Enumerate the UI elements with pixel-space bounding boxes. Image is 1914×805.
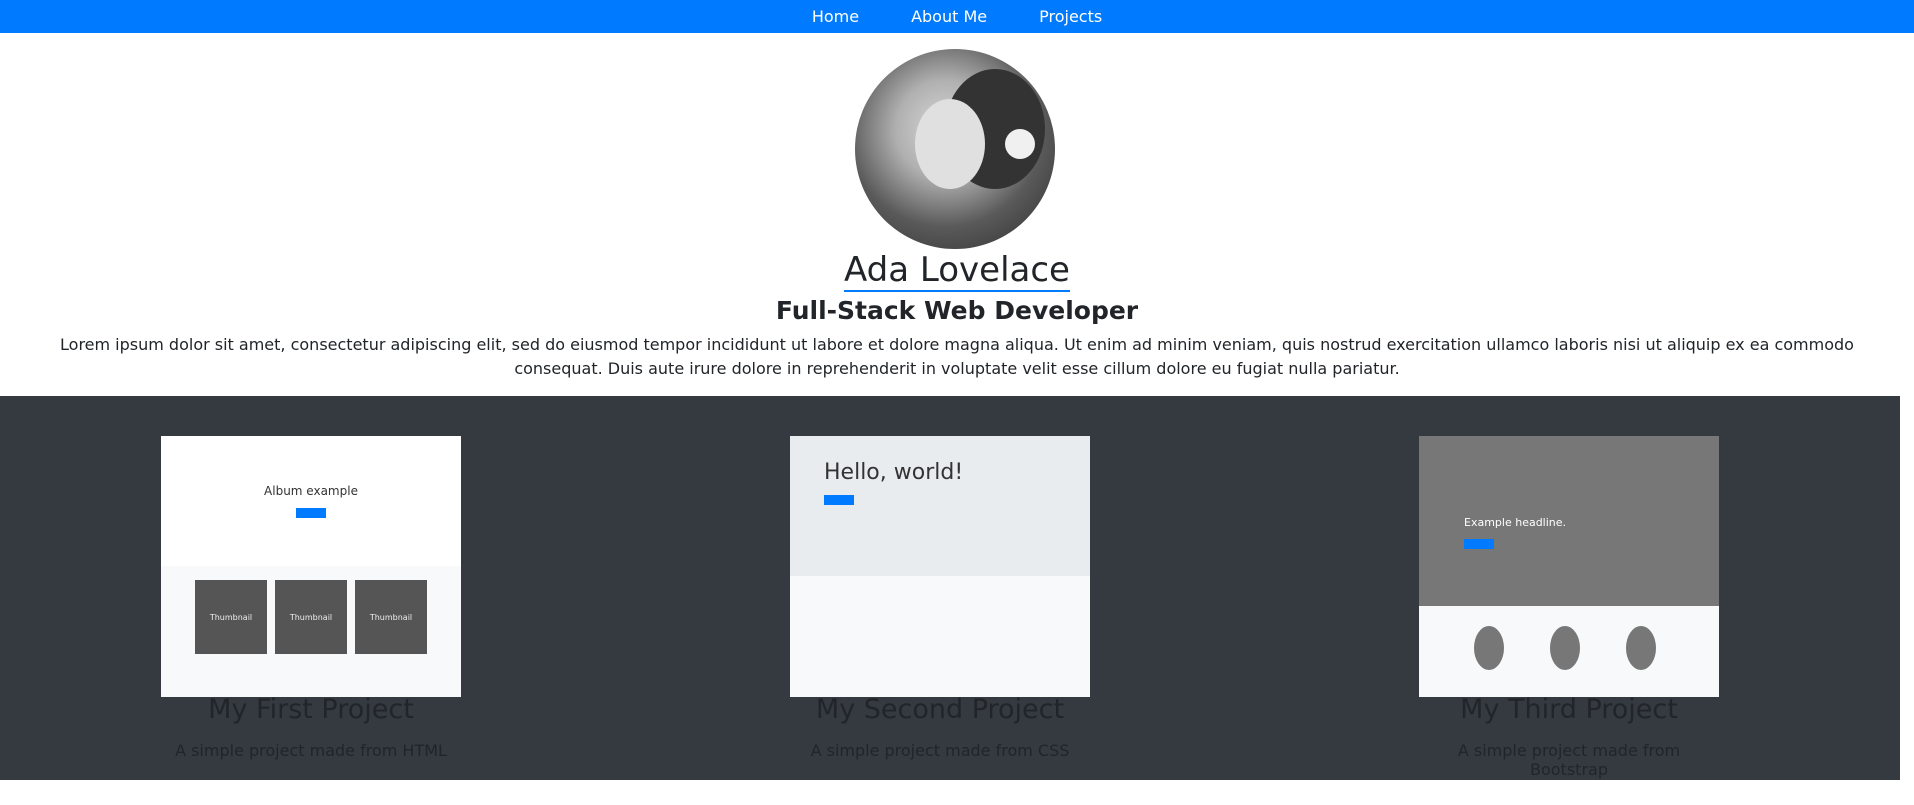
project-description: A simple project made from CSS (810, 741, 1070, 760)
nav-home-link[interactable]: Home (812, 7, 859, 26)
nav-about-link[interactable]: About Me (911, 7, 987, 26)
thumb-card: Thumbnail (195, 580, 267, 654)
project-title: My First Project (208, 694, 414, 725)
thumb-navbar (161, 416, 461, 436)
thumb-card: Thumbnail (355, 580, 427, 654)
thumb-circle (1626, 626, 1656, 670)
thumb-heading: Album example (264, 484, 358, 498)
thumb-card: Thumbnail (275, 580, 347, 654)
profile-name: Ada Lovelace (0, 250, 1914, 292)
thumb-cards: Thumbnail Thumbnail Thumbnail (161, 566, 461, 668)
project-thumbnail-2[interactable]: Hello, world! (790, 416, 1090, 697)
project-title: My Third Project (1460, 694, 1678, 725)
thumb-hero: Album example (161, 436, 461, 566)
thumb-heading: Hello, world! (824, 460, 964, 485)
project-description: A simple project made from HTML (175, 741, 447, 760)
thumb-navbar (1419, 416, 1719, 436)
thumb-carousel: Example headline. (1419, 436, 1719, 606)
profile-role: Full-Stack Web Developer (775, 296, 1139, 325)
thumb-jumbotron: Hello, world! (790, 436, 1090, 576)
thumb-button (824, 495, 854, 505)
thumb-circle (1550, 626, 1580, 670)
thumb-circle (1474, 626, 1504, 670)
project-thumbnail-3[interactable]: Example headline. (1419, 416, 1719, 697)
thumb-button (1464, 539, 1494, 549)
avatar-face (915, 99, 985, 189)
thumb-button (296, 508, 326, 518)
avatar-flower (1005, 129, 1035, 159)
project-thumbnail-1[interactable]: Album example Thumbnail Thumbnail Thumbn… (161, 416, 461, 697)
project-description: A simple project made from Bootstrap (1457, 741, 1681, 779)
profile-name-link[interactable]: Ada Lovelace (844, 250, 1070, 292)
profile-avatar (855, 49, 1055, 249)
thumb-circles (1419, 606, 1719, 690)
profile-bio: Lorem ipsum dolor sit amet, consectetur … (60, 335, 1854, 378)
top-navbar: Home About Me Projects (0, 0, 1914, 33)
thumb-heading: Example headline. (1464, 516, 1567, 529)
project-title: My Second Project (815, 694, 1065, 725)
nav-projects-link[interactable]: Projects (1039, 7, 1102, 26)
thumb-navbar (790, 416, 1090, 436)
projects-section: Album example Thumbnail Thumbnail Thumbn… (0, 396, 1900, 780)
